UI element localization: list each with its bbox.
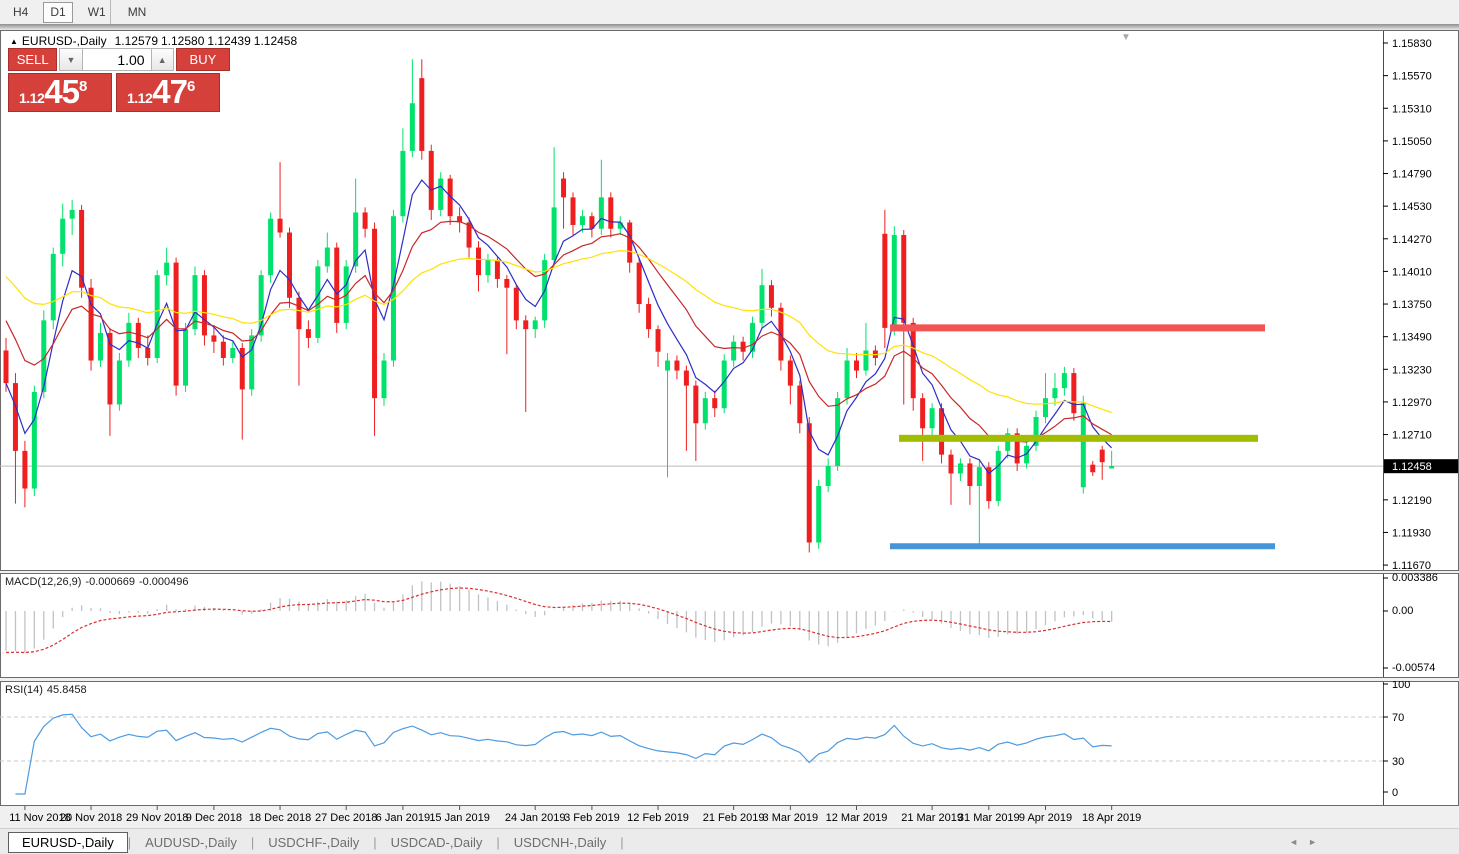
buy-button[interactable]: BUY bbox=[176, 48, 230, 71]
toolbar-separator bbox=[110, 0, 111, 24]
rsi-axis-label: 100 bbox=[1392, 681, 1410, 691]
date-label: 31 Mar 2019 bbox=[958, 812, 1020, 824]
macd-signal-value: -0.000496 bbox=[139, 576, 189, 588]
volume-input[interactable] bbox=[83, 48, 151, 71]
macd-name: MACD(12,26,9) bbox=[5, 576, 81, 588]
date-label: 18 Apr 2019 bbox=[1082, 812, 1141, 824]
one-click-trade-panel: SELL ▼ ▲ BUY 1.12458 1.12476 bbox=[8, 48, 230, 112]
chart-tab-usdchf[interactable]: USDCHF-,Daily bbox=[254, 832, 373, 853]
rsi-label: RSI(14) 45.8458 bbox=[5, 684, 91, 696]
price-tick-label: 1.15830 bbox=[1392, 38, 1432, 50]
price-tick-label: 1.12710 bbox=[1392, 430, 1432, 442]
date-label: 12 Mar 2019 bbox=[826, 812, 888, 824]
buy-price-big: 47 bbox=[152, 74, 187, 110]
price-tick-label: 1.12970 bbox=[1392, 397, 1432, 409]
price-tick-label: 1.15310 bbox=[1392, 103, 1432, 115]
sell-price-prefix: 1.12 bbox=[19, 90, 44, 106]
macd-axis-label: 0.003386 bbox=[1392, 573, 1438, 584]
chart-symbol-label: EURUSD-,Daily bbox=[22, 34, 107, 48]
date-label: 21 Mar 2019 bbox=[901, 812, 963, 824]
macd-label: MACD(12,26,9) -0.000669 -0.000496 bbox=[5, 576, 193, 588]
timeframe-button-d1[interactable]: D1 bbox=[43, 2, 72, 23]
buy-price-button[interactable]: 1.12476 bbox=[116, 73, 220, 112]
rsi-value: 45.8458 bbox=[47, 684, 87, 696]
time-axis-canvas[interactable]: 11 Nov 201820 Nov 201829 Nov 20189 Dec 2… bbox=[0, 806, 1459, 828]
sell-price-sup: 8 bbox=[79, 78, 87, 95]
volume-decrease-button[interactable]: ▼ bbox=[59, 48, 82, 71]
rsi-pane[interactable]: 100 70 30 0 bbox=[0, 681, 1459, 806]
date-label: 9 Dec 2018 bbox=[186, 812, 242, 824]
date-label: 24 Jan 2019 bbox=[505, 812, 566, 824]
ohlc-open: 1.12579 bbox=[115, 34, 158, 48]
date-label: 9 Apr 2019 bbox=[1019, 812, 1072, 824]
date-label: 21 Feb 2019 bbox=[703, 812, 765, 824]
ohlc-close: 1.12458 bbox=[254, 34, 297, 48]
price-tick-label: 1.13490 bbox=[1392, 332, 1432, 344]
price-tick-label: 1.11930 bbox=[1392, 527, 1431, 539]
tab-separator: | bbox=[620, 835, 623, 850]
timeframe-button-mn[interactable]: MN bbox=[121, 2, 154, 23]
date-label: 29 Nov 2018 bbox=[126, 812, 188, 824]
date-label: 18 Dec 2018 bbox=[249, 812, 311, 824]
support-line[interactable] bbox=[890, 543, 1275, 549]
price-tick-label: 1.15050 bbox=[1392, 136, 1432, 148]
rsi-axis-label: 0 bbox=[1392, 787, 1398, 799]
date-label: 3 Mar 2019 bbox=[763, 812, 819, 824]
date-label: 15 Jan 2019 bbox=[429, 812, 490, 824]
price-tick-label: 1.14790 bbox=[1392, 169, 1432, 181]
sell-price-big: 45 bbox=[44, 74, 79, 110]
price-tick-label: 1.11670 bbox=[1392, 560, 1431, 571]
macd-axis-label: -0.00574 bbox=[1392, 662, 1435, 674]
rsi-axis-label: 70 bbox=[1392, 712, 1404, 724]
chart-tab-usdcad[interactable]: USDCAD-,Daily bbox=[377, 832, 497, 853]
tab-scroll-left-icon[interactable]: ◄ bbox=[1289, 837, 1308, 847]
chart-tab-bar: EURUSD-,Daily|AUDUSD-,Daily|USDCHF-,Dail… bbox=[0, 828, 1459, 854]
ohlc-low: 1.12439 bbox=[207, 34, 250, 48]
sell-button[interactable]: SELL bbox=[8, 48, 57, 71]
price-tick-label: 1.14530 bbox=[1392, 201, 1432, 213]
tab-scroll-arrows[interactable]: ◄► bbox=[1289, 837, 1327, 847]
chart-title: ▲ EURUSD-,Daily 1.125791.125801.12439 1.124… bbox=[10, 34, 300, 48]
timeframe-button-h4[interactable]: H4 bbox=[6, 2, 35, 23]
resistance-line[interactable] bbox=[890, 324, 1265, 331]
rsi-canvas: 100 70 30 0 bbox=[0, 681, 1459, 806]
chart-tab-eurusd[interactable]: EURUSD-,Daily bbox=[8, 832, 128, 853]
date-label: 6 Jan 2019 bbox=[376, 812, 430, 824]
rsi-axis-label: 30 bbox=[1392, 756, 1404, 768]
price-tick-label: 1.13750 bbox=[1392, 299, 1432, 311]
price-tick-label: 1.12190 bbox=[1392, 495, 1432, 507]
chart-end-marker-icon[interactable]: ▼ bbox=[1121, 32, 1131, 43]
rsi-name: RSI(14) bbox=[5, 684, 43, 696]
time-axis[interactable]: 11 Nov 201820 Nov 201829 Nov 20189 Dec 2… bbox=[0, 806, 1459, 828]
volume-increase-button[interactable]: ▲ bbox=[151, 48, 174, 71]
price-tick-label: 1.13230 bbox=[1392, 364, 1432, 376]
svg-text:1.12458: 1.12458 bbox=[1392, 461, 1432, 473]
price-tick-label: 1.14270 bbox=[1392, 234, 1432, 246]
mid-line[interactable] bbox=[899, 435, 1258, 442]
buy-price-prefix: 1.12 bbox=[127, 90, 152, 106]
date-label: 27 Dec 2018 bbox=[315, 812, 377, 824]
date-label: 12 Feb 2019 bbox=[627, 812, 689, 824]
timeframe-button-w1[interactable]: W1 bbox=[81, 2, 113, 23]
collapse-panel-icon[interactable]: ▲ bbox=[10, 37, 18, 46]
ohlc-high: 1.12580 bbox=[161, 34, 204, 48]
date-label: 3 Feb 2019 bbox=[564, 812, 620, 824]
tab-scroll-right-icon[interactable]: ► bbox=[1308, 837, 1327, 847]
sell-price-button[interactable]: 1.12458 bbox=[8, 73, 112, 112]
timeframe-toolbar: H4 D1 W1 MN bbox=[0, 0, 1459, 24]
macd-main-value: -0.000669 bbox=[85, 576, 135, 588]
date-label: 20 Nov 2018 bbox=[60, 812, 122, 824]
macd-canvas: 0.003386 0.00 -0.00574 bbox=[0, 573, 1459, 678]
chart-tab-audusd[interactable]: AUDUSD-,Daily bbox=[131, 832, 251, 853]
chart-tab-usdcnh[interactable]: USDCNH-,Daily bbox=[500, 832, 620, 853]
macd-axis-label: 0.00 bbox=[1392, 605, 1413, 617]
macd-pane[interactable]: 0.003386 0.00 -0.00574 bbox=[0, 573, 1459, 678]
trading-platform-window: H4 D1 W1 MN 1.15830 1.15570 1.15310 1.15050 1.1… bbox=[0, 0, 1459, 854]
price-tick-label: 1.14010 bbox=[1392, 266, 1432, 278]
price-tick-label: 1.15570 bbox=[1392, 71, 1432, 83]
buy-price-sup: 6 bbox=[187, 78, 195, 95]
